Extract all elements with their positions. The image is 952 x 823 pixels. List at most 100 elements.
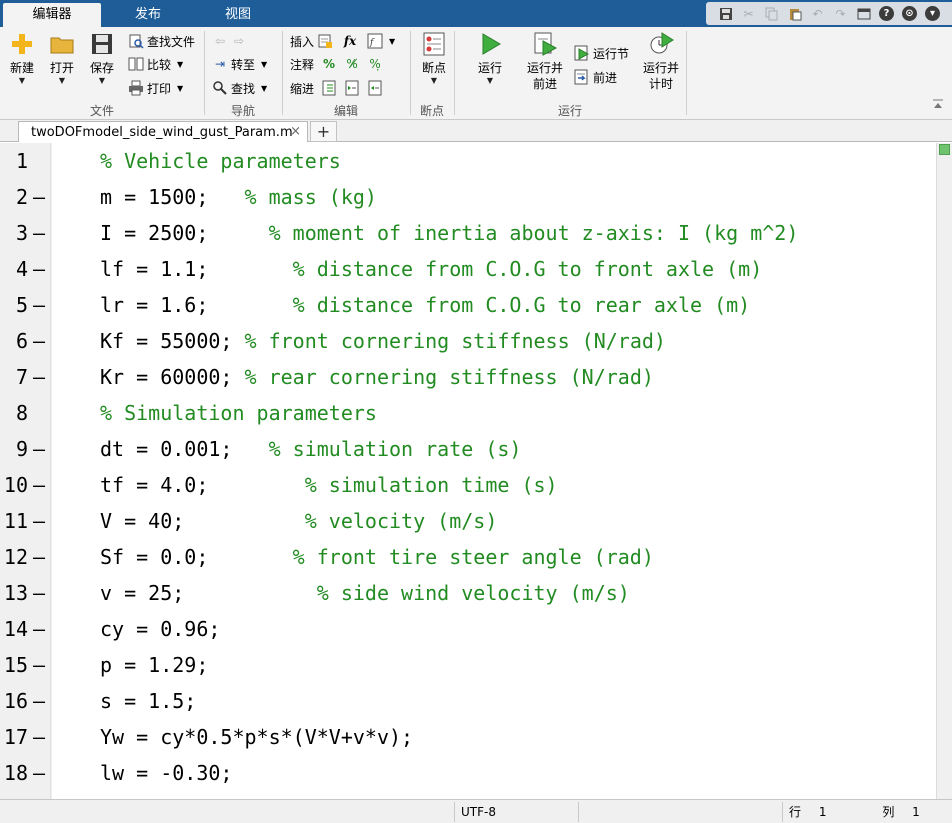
- options-icon[interactable]: ▾: [923, 5, 942, 23]
- save-label: 保存: [89, 61, 114, 75]
- executable-line-marker[interactable]: —: [33, 575, 49, 611]
- code-line[interactable]: 11— V = 40; % velocity (m/s): [0, 503, 936, 539]
- find-files-button[interactable]: 查找文件: [128, 31, 195, 51]
- code-line[interactable]: 9— dt = 0.001; % simulation rate (s): [0, 431, 936, 467]
- run-and-advance-button[interactable]: 运行并 前进: [524, 31, 566, 92]
- indent-button[interactable]: 缩进: [290, 78, 383, 98]
- executable-line-marker[interactable]: —: [33, 611, 49, 647]
- code-line[interactable]: 14— cy = 0.96;: [0, 611, 936, 647]
- file-tab[interactable]: twoDOFmodel_side_wind_gust_Param.m ×: [18, 121, 308, 142]
- code-line[interactable]: 13— v = 25; % side wind velocity (m/s): [0, 575, 936, 611]
- collapse-ribbon-icon[interactable]: [932, 99, 944, 112]
- wrap-comments-icon[interactable]: %̣: [367, 56, 383, 72]
- code-statement: lr = 1.6;: [100, 293, 293, 317]
- executable-line-marker[interactable]: —: [33, 467, 49, 503]
- executable-line-marker[interactable]: —: [33, 647, 49, 683]
- forward-arrow-icon[interactable]: ⇨: [231, 33, 247, 49]
- run-button[interactable]: 运行 ▼: [474, 31, 506, 86]
- indent-label: 缩进: [290, 81, 315, 96]
- uncomment-icon[interactable]: %̸: [344, 56, 360, 72]
- executable-line-marker[interactable]: —: [33, 287, 49, 323]
- tab-view[interactable]: 视图: [195, 3, 281, 27]
- executable-line-marker[interactable]: —: [33, 683, 49, 719]
- run-section-button[interactable]: 运行节: [574, 43, 629, 63]
- code-line[interactable]: 5— lr = 1.6; % distance from C.O.G to rea…: [0, 287, 936, 323]
- code-line[interactable]: 7— Kr = 60000; % rear cornering stiffness…: [0, 359, 936, 395]
- increase-indent-icon[interactable]: [344, 80, 360, 96]
- executable-line-marker[interactable]: —: [33, 215, 49, 251]
- code-line[interactable]: 18— lw = -0.30;: [0, 755, 936, 791]
- run-play-icon: [477, 31, 503, 57]
- fx-icon[interactable]: fx: [342, 33, 358, 49]
- smart-indent-icon[interactable]: [321, 80, 337, 96]
- code-line[interactable]: 2— m = 1500; % mass (kg): [0, 179, 936, 215]
- floppy-icon: [89, 31, 115, 57]
- open-button[interactable]: 打开 ▼: [46, 31, 78, 86]
- cut-icon[interactable]: ✂: [739, 5, 758, 23]
- comment-button[interactable]: 注释 % %̸ %̣: [290, 54, 383, 74]
- redo-icon[interactable]: ↷: [831, 5, 850, 23]
- code-analyzer-bar[interactable]: [936, 143, 952, 799]
- executable-line-marker[interactable]: —: [33, 539, 49, 575]
- executable-line-marker[interactable]: —: [33, 251, 49, 287]
- line-number: 7: [15, 365, 28, 389]
- chevron-down-icon: ▼: [177, 59, 184, 69]
- save-button[interactable]: 保存 ▼: [86, 31, 118, 86]
- run-advance-label-1: 运行并: [526, 61, 563, 75]
- code-editor[interactable]: 1% Vehicle parameters 2— m = 1500; % mass …: [0, 143, 952, 799]
- code-analyzer-status-icon[interactable]: [939, 144, 950, 155]
- tab-publish[interactable]: 发布: [101, 3, 195, 27]
- run-time-icon: [648, 31, 674, 57]
- help-icon[interactable]: ?: [877, 5, 896, 23]
- save-icon[interactable]: [716, 5, 735, 23]
- code-line[interactable]: 10— tf = 4.0; % simulation time (s): [0, 467, 936, 503]
- line-number: 9: [15, 437, 28, 461]
- compare-button[interactable]: 比较 ▼: [128, 54, 183, 74]
- find-button[interactable]: 查找 ▼: [212, 78, 267, 98]
- undo-icon[interactable]: ↶: [808, 5, 827, 23]
- executable-line-marker[interactable]: —: [33, 503, 49, 539]
- executable-line-marker[interactable]: —: [33, 431, 49, 467]
- run-and-time-button[interactable]: 运行并 计时: [640, 31, 682, 92]
- code-line[interactable]: 8 % Simulation parameters: [0, 395, 936, 431]
- run-label: 运行: [477, 61, 502, 75]
- executable-line-marker[interactable]: —: [33, 323, 49, 359]
- code-line[interactable]: 15— p = 1.29;: [0, 647, 936, 683]
- decrease-indent-icon[interactable]: [367, 80, 383, 96]
- code-line[interactable]: 12— Sf = 0.0; % front tire steer angle (r…: [0, 539, 936, 575]
- advance-button[interactable]: 前进: [574, 67, 617, 87]
- function-browser-icon[interactable]: f: [367, 33, 383, 49]
- executable-line-marker[interactable]: —: [33, 359, 49, 395]
- code-line[interactable]: 1 % Vehicle parameters: [0, 143, 936, 179]
- code-statement: tf = 4.0;: [100, 473, 305, 497]
- insert-button[interactable]: 插入 fx f ▼: [290, 31, 395, 51]
- print-button[interactable]: 打印 ▼: [128, 78, 183, 98]
- code-statement: Kf = 55000;: [100, 329, 245, 353]
- switch-windows-icon[interactable]: [854, 5, 873, 23]
- paste-icon[interactable]: [785, 5, 804, 23]
- compare-label: 比较: [147, 57, 172, 72]
- code-line[interactable]: 6— Kf = 55000; % front cornering stiffnes…: [0, 323, 936, 359]
- add-tab-button[interactable]: +: [310, 121, 337, 142]
- goto-button[interactable]: ⇥ 转至 ▼: [212, 54, 267, 74]
- executable-line-marker[interactable]: —: [33, 179, 49, 215]
- advance-label: 前进: [593, 70, 618, 85]
- back-forward-buttons[interactable]: ⇦ ⇨: [212, 31, 247, 51]
- close-icon[interactable]: ×: [290, 124, 301, 139]
- chevron-down-icon: ▼: [98, 76, 106, 85]
- executable-line-marker[interactable]: —: [33, 755, 49, 791]
- code-line[interactable]: 17— Yw = cy*0.5*p*s*(V*V+v*v);: [0, 719, 936, 755]
- code-line[interactable]: 3— I = 2500; % moment of inertia about z-…: [0, 215, 936, 251]
- breakpoints-button[interactable]: 断点 ▼: [418, 31, 450, 86]
- copy-icon[interactable]: [762, 5, 781, 23]
- executable-line-marker[interactable]: —: [33, 719, 49, 755]
- line-number: 14: [3, 617, 28, 641]
- code-line[interactable]: 4— lf = 1.1; % distance from C.O.G to fro…: [0, 251, 936, 287]
- tab-editor[interactable]: 编辑器: [3, 3, 101, 27]
- code-line[interactable]: 16— s = 1.5;: [0, 683, 936, 719]
- back-arrow-icon[interactable]: ⇦: [212, 33, 228, 49]
- line-number: 17: [3, 725, 28, 749]
- community-icon[interactable]: ⊙: [900, 5, 919, 23]
- comment-percent-icon[interactable]: %: [321, 56, 337, 72]
- new-button[interactable]: 新建 ▼: [6, 31, 38, 86]
